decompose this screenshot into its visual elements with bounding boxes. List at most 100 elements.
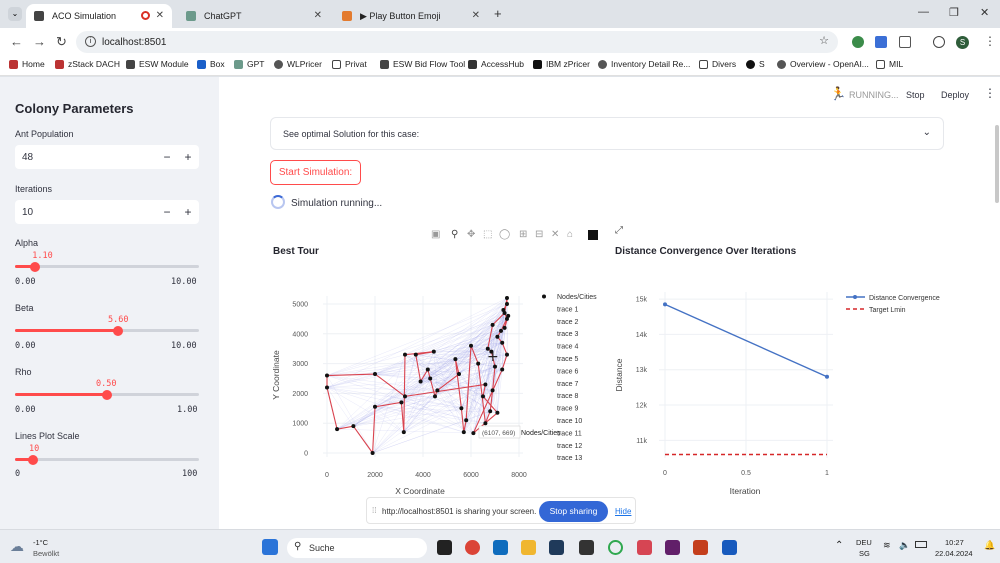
- reload-icon[interactable]: ↻: [56, 34, 67, 50]
- outlook-icon[interactable]: [493, 540, 508, 555]
- camera-icon[interactable]: ▣: [431, 229, 440, 240]
- extension-green-icon[interactable]: [852, 36, 864, 48]
- close-tab-icon[interactable]: ✕: [156, 10, 164, 21]
- start-simulation-button[interactable]: Start Simulation:: [270, 160, 361, 185]
- extensions-icon[interactable]: [899, 36, 911, 48]
- tab-search-button[interactable]: ⌄: [8, 7, 22, 21]
- tab-chatgpt[interactable]: ChatGPT ✕: [178, 4, 330, 28]
- extension-dark-icon[interactable]: [933, 36, 945, 48]
- bookmark-home[interactable]: Home: [9, 59, 45, 69]
- plotly-logo-icon[interactable]: [588, 230, 598, 240]
- taskbar-search[interactable]: ⚲ Suche: [287, 538, 427, 558]
- tray-chevron-icon[interactable]: ⌃: [835, 540, 843, 551]
- browser-menu-icon[interactable]: ⋮: [984, 34, 996, 48]
- alpha-slider[interactable]: [15, 261, 199, 272]
- optimal-solution-expander[interactable]: See optimal Solution for this case: ⌄: [270, 117, 944, 150]
- clock-time[interactable]: 10:27: [945, 538, 964, 547]
- vscode-icon[interactable]: [549, 540, 564, 555]
- forward-icon[interactable]: →: [33, 34, 46, 49]
- bookmarks-bar: Home zStack DACH ESW Module Box GPT WLPr…: [0, 56, 1000, 76]
- file-explorer-icon[interactable]: [521, 540, 536, 555]
- ant-population-input[interactable]: 48 − +: [15, 145, 199, 169]
- extension-puzzle-blue-icon[interactable]: [875, 36, 887, 48]
- rho-slider-thumb[interactable]: [102, 389, 112, 400]
- decrement-button[interactable]: −: [158, 203, 176, 221]
- zoom-out-icon[interactable]: ⊟: [535, 229, 543, 240]
- autoscale-icon[interactable]: ✕: [551, 229, 559, 240]
- beta-slider-thumb[interactable]: [113, 325, 124, 336]
- beta-slider[interactable]: [15, 325, 199, 336]
- stop-button[interactable]: Stop: [906, 90, 925, 100]
- increment-button[interactable]: +: [179, 203, 197, 221]
- bookmark-esw-bid-flow[interactable]: ESW Bid Flow Tool: [380, 59, 465, 69]
- best-tour-chart[interactable]: 0 2000 4000 6000 8000 010002000300040005000 …: [260, 280, 610, 500]
- hide-link[interactable]: Hide: [615, 507, 631, 516]
- bookmark-inventory[interactable]: Inventory Detail Re...: [598, 59, 690, 69]
- maximize-icon[interactable]: ❐: [949, 6, 959, 19]
- stop-sharing-button[interactable]: Stop sharing: [539, 501, 608, 522]
- scrollbar-thumb[interactable]: [995, 125, 999, 203]
- new-tab-icon[interactable]: +: [494, 6, 502, 21]
- slack-icon[interactable]: [665, 540, 680, 555]
- drag-handle-icon[interactable]: ⁞⁞: [372, 506, 376, 515]
- fullscreen-icon[interactable]: ⤢: [615, 225, 623, 236]
- city-node: [505, 302, 509, 306]
- city-node: [453, 357, 458, 362]
- battery-icon[interactable]: [915, 541, 927, 548]
- wifi-icon[interactable]: ≋: [883, 540, 891, 551]
- close-window-icon[interactable]: ✕: [980, 6, 989, 19]
- beta-value: 5.60: [108, 315, 129, 325]
- bookmark-wlpricer[interactable]: WLPricer: [274, 59, 322, 69]
- bookmark-mil[interactable]: MIL: [876, 59, 903, 69]
- rho-slider[interactable]: [15, 389, 199, 400]
- bookmark-accesshub[interactable]: AccessHub: [468, 59, 524, 69]
- volume-icon[interactable]: 🔈: [899, 540, 910, 551]
- terminal-icon[interactable]: [579, 540, 594, 555]
- convergence-legend[interactable]: Distance Convergence Target Lmin: [846, 295, 940, 314]
- minimize-icon[interactable]: —: [918, 6, 929, 18]
- windows-start-icon[interactable]: [262, 539, 278, 555]
- bookmark-ibm-zpricer[interactable]: IBM zPricer: [533, 59, 590, 69]
- box-select-icon[interactable]: ⬚: [483, 229, 492, 240]
- back-icon[interactable]: ←: [10, 34, 23, 49]
- main-menu-icon[interactable]: ⋮: [984, 86, 996, 100]
- lasso-icon[interactable]: ◯: [499, 229, 510, 240]
- tab-play-button-emoji[interactable]: ▶ Play Button Emoji ✕: [334, 4, 488, 28]
- convergence-chart[interactable]: 0 0.5 1 11k12k13k14k15k Iteration Distance…: [610, 280, 950, 500]
- increment-button[interactable]: +: [179, 148, 197, 166]
- bookmark-zstack[interactable]: zStack DACH: [55, 59, 120, 69]
- lines-scale-slider[interactable]: [15, 454, 199, 465]
- close-tab-icon[interactable]: ✕: [472, 10, 480, 21]
- bookmark-s[interactable]: S: [746, 59, 765, 69]
- bookmark-openai[interactable]: Overview - OpenAI...: [777, 59, 869, 69]
- zoom-icon[interactable]: ⚲: [451, 229, 458, 240]
- bookmark-star-icon[interactable]: ☆: [819, 34, 829, 47]
- app-green-icon[interactable]: [608, 540, 623, 555]
- word-icon[interactable]: [722, 540, 737, 555]
- close-tab-icon[interactable]: ✕: [314, 10, 322, 21]
- bookmark-gpt[interactable]: GPT: [234, 59, 264, 69]
- iterations-input[interactable]: 10 − +: [15, 200, 199, 224]
- chrome-icon[interactable]: [465, 540, 480, 555]
- pan-icon[interactable]: ✥: [467, 229, 475, 240]
- lines-scale-slider-thumb[interactable]: [28, 454, 39, 465]
- weather-temp[interactable]: -1°C: [33, 538, 48, 547]
- task-view-icon[interactable]: [437, 540, 452, 555]
- notification-bell-icon[interactable]: 🔔: [984, 540, 995, 551]
- bookmark-esw-module[interactable]: ESW Module: [126, 59, 189, 69]
- powerpoint-icon[interactable]: [693, 540, 708, 555]
- zoom-in-icon[interactable]: ⊞: [519, 229, 527, 240]
- deploy-button[interactable]: Deploy: [941, 90, 969, 100]
- language-indicator[interactable]: DEU: [856, 538, 872, 547]
- reset-axes-icon[interactable]: ⌂: [567, 229, 573, 240]
- snipping-tool-icon[interactable]: [637, 540, 652, 555]
- address-bar[interactable]: i localhost:8501 ☆: [76, 31, 838, 53]
- alpha-slider-thumb[interactable]: [30, 261, 41, 272]
- bookmark-privat[interactable]: Privat: [332, 59, 367, 69]
- bookmark-divers[interactable]: Divers: [699, 59, 736, 69]
- decrement-button[interactable]: −: [158, 148, 176, 166]
- bookmark-box[interactable]: Box: [197, 59, 225, 69]
- site-info-icon[interactable]: i: [85, 36, 96, 47]
- profile-avatar[interactable]: S: [956, 36, 969, 49]
- tab-aco-simulation[interactable]: ACO Simulation ✕: [26, 4, 172, 28]
